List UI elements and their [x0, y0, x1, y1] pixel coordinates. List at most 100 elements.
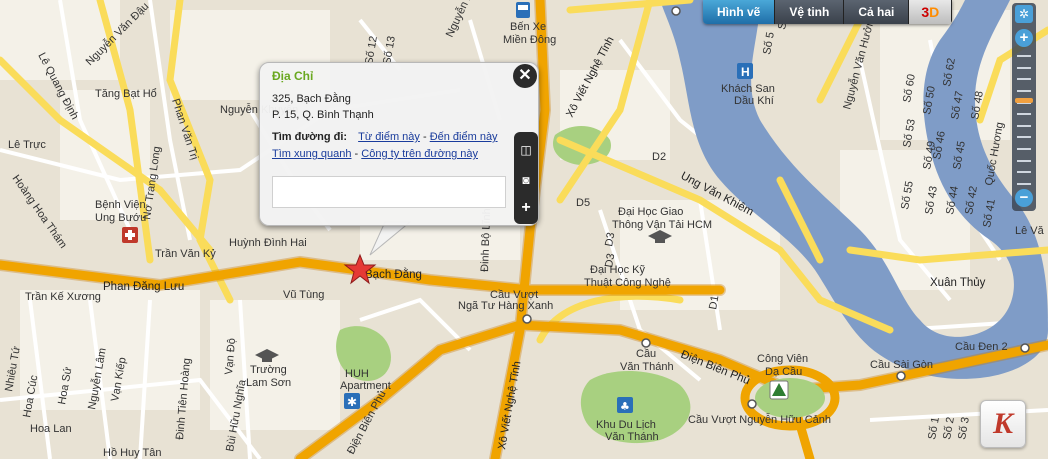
zoom-tick	[1017, 89, 1031, 92]
label-le-truc: Lê Trực	[8, 139, 46, 151]
tab-3d-3: 3	[921, 4, 930, 20]
label-dh-ktcn-2: Thuật Công Nghệ	[584, 277, 671, 289]
label-d1: D1	[707, 295, 721, 311]
svg-text:H: H	[741, 65, 750, 79]
to-here-link[interactable]: Đến điểm này	[430, 131, 498, 143]
tab-drawing[interactable]: Hình vẽ	[703, 0, 776, 24]
bridge-sg-marker-icon	[896, 371, 906, 381]
popup-links-row: Tìm xung quanh - Công ty trên đường này	[272, 148, 478, 160]
label-dh-gtvt: Đại Học Giao	[618, 206, 683, 218]
overpass-nhc-marker-icon	[747, 399, 757, 409]
hospital-icon[interactable]	[122, 227, 138, 243]
svg-text:✱: ✱	[347, 395, 357, 409]
label-cau: Cầu	[636, 348, 656, 360]
park-tree-icon[interactable]	[769, 380, 789, 400]
camera-icon[interactable]: ◙	[517, 170, 535, 190]
label-ho-huy-tan: Hồ Huy Tân	[103, 447, 162, 459]
zoom-tick	[1017, 171, 1031, 174]
label-dh-gtvt-2: Thông Vận Tải HCM	[612, 219, 712, 231]
zoom-tick	[1017, 183, 1031, 185]
label-lam-son: Lam Sơn	[246, 377, 291, 389]
label-tang-bat-ho: Tăng Bạt Hổ	[95, 88, 157, 100]
label-khach-san: Khách San	[721, 83, 775, 95]
popup-address-line1: 325, Bạch Đằng	[272, 93, 351, 105]
zoom-tick	[1017, 136, 1031, 139]
svg-text:♣: ♣	[620, 400, 630, 413]
separator: -	[351, 148, 362, 160]
popup-close-button[interactable]: ✕	[513, 64, 537, 88]
zoom-tick	[1017, 55, 1031, 57]
label-khu-du-lich: Khu Du Lịch	[596, 419, 656, 431]
from-here-link[interactable]: Từ điểm này	[358, 131, 420, 143]
label-tran-van-ky: Trần Văn Kỷ	[155, 248, 216, 260]
bridge-marker-icon	[641, 338, 651, 348]
directions-label: Tìm đường đi:	[272, 131, 348, 143]
add-button[interactable]: +	[517, 198, 535, 218]
zoom-tick	[1017, 113, 1031, 116]
label-cong-vien: Công Viên	[757, 353, 808, 365]
fullscreen-icon[interactable]: ✲	[1015, 5, 1033, 23]
zoom-tick	[1017, 148, 1031, 151]
zoom-tick	[1017, 124, 1031, 127]
label-xuan-thuy: Xuân Thủy	[930, 277, 986, 289]
zoom-in-button[interactable]: +	[1015, 29, 1033, 47]
zoom-tick	[1017, 78, 1031, 81]
label-d3b: D3	[603, 253, 617, 269]
top-marker-icon	[671, 6, 681, 16]
apartment-icon[interactable]: ✱	[344, 393, 360, 409]
label-dau-khi: Dầu Khí	[734, 95, 774, 107]
label-truong: Trường	[250, 364, 287, 376]
info-popup: Địa Chỉ 325, Bạch Đằng P. 15, Q. Bình Th…	[259, 62, 539, 226]
label-da-cau: Dạ Cầu	[765, 366, 802, 378]
label-d5: D5	[576, 197, 590, 209]
popup-address-line2: P. 15, Q. Bình Thạnh	[272, 109, 374, 121]
tab-satellite[interactable]: Vệ tinh	[775, 0, 845, 24]
label-benh-vien: Bệnh Viện	[95, 199, 146, 211]
label-ung-buou: Ung Bướu	[95, 212, 146, 224]
popup-side-tools: ◫ ◙ +	[514, 132, 538, 224]
bridge-den-marker-icon	[1020, 343, 1030, 353]
tab-3d-d: D	[929, 4, 940, 20]
resort-palm-icon[interactable]: ♣	[617, 397, 633, 413]
label-phan-dang-luu: Phan Đăng Lưu	[103, 281, 184, 293]
zoom-tick	[1017, 66, 1031, 69]
speaker-icon[interactable]: ◫	[517, 140, 535, 160]
nearby-search-link[interactable]: Tìm xung quanh	[272, 148, 352, 160]
label-vu-tung: Vũ Tùng	[283, 289, 324, 301]
map-type-tabs: Hình vẽ Vệ tinh Cả hai 3D	[703, 0, 953, 24]
label-tran-ke-xuong: Trần Kế Xương	[25, 291, 101, 303]
zoom-out-button[interactable]: −	[1015, 189, 1033, 207]
zoom-tick	[1017, 159, 1031, 162]
tab-hybrid[interactable]: Cả hai	[844, 0, 910, 24]
companies-on-street-link[interactable]: Công ty trên đường này	[361, 148, 478, 160]
label-d2: D2	[652, 151, 666, 163]
label-dh-ktcn: Đại Học Kỹ	[590, 264, 646, 276]
zoom-slider-track[interactable]	[1012, 51, 1036, 187]
hotel-icon[interactable]: H	[737, 63, 753, 79]
popup-title: Địa Chỉ	[272, 69, 314, 83]
label-van-thanh: Văn Thánh	[620, 361, 674, 373]
label-hoa-lan: Hoa Lan	[30, 423, 72, 435]
label-cau-vuot-nhc: Cầu Vượt Nguyễn Hữu Cảnh	[688, 413, 831, 426]
label-huh: HUH	[345, 368, 369, 380]
popup-directions-row: Tìm đường đi: Từ điểm này - Đến điểm này	[272, 131, 498, 143]
label-bach-dang: Bạch Đằng	[365, 268, 422, 281]
label-cau-sai-gon: Cầu Sài Gòn	[870, 359, 933, 371]
label-apartment: Apartment	[340, 380, 391, 392]
tab-3d[interactable]: 3D	[909, 0, 953, 24]
label-huynh-dinh-hai: Huỳnh Đình Hai	[229, 237, 307, 249]
bus-station-icon[interactable]	[516, 2, 530, 18]
overpass-marker-icon	[522, 314, 532, 324]
label-ben-xe-mien-dong: Miền Đông	[503, 34, 556, 46]
zoom-slider-handle[interactable]	[1015, 97, 1033, 103]
separator: -	[419, 131, 430, 143]
zoom-control: ✲ + −	[1012, 3, 1036, 211]
label-nga-tu-hang-xanh: Ngã Tư Hàng Xanh	[458, 300, 553, 312]
label-d3: D3	[603, 232, 617, 248]
label-cau-den-2: Cầu Đen 2	[955, 341, 1008, 353]
label-khu-du-lich-2: Văn Thánh	[605, 431, 659, 443]
popup-input-box[interactable]	[272, 176, 506, 208]
label-ben-xe: Bến Xe	[510, 21, 546, 33]
brand-logo[interactable]: K	[980, 400, 1026, 448]
label-le-van: Lê Vă	[1015, 225, 1045, 237]
